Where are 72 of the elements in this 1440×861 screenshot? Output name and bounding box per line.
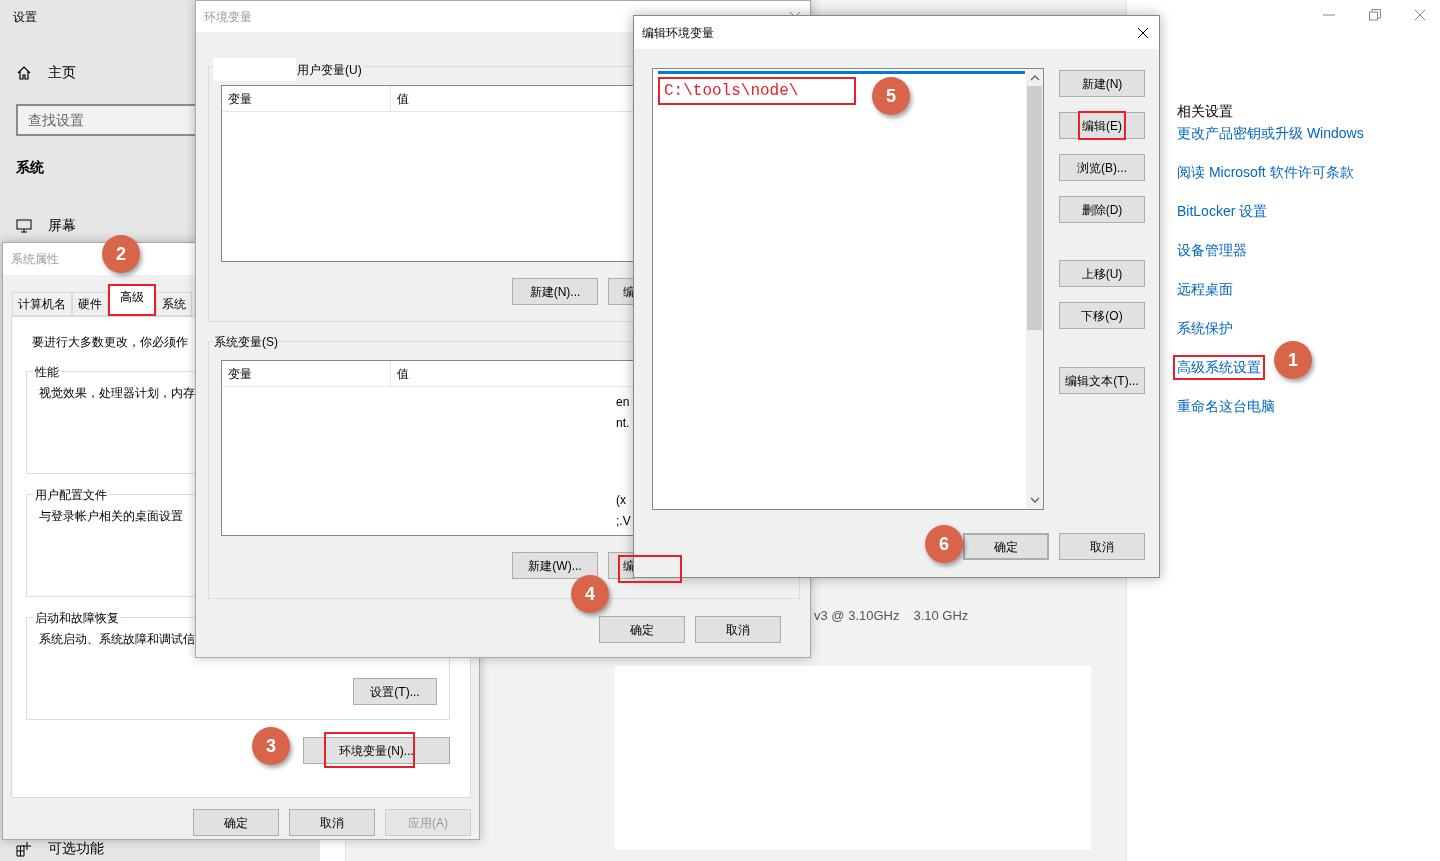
step-badge: 5 [872, 77, 910, 115]
dialog-button[interactable]: 取消 [289, 809, 375, 836]
step-badge: 3 [252, 727, 290, 765]
cancel-button[interactable]: 取消 [1059, 533, 1145, 560]
settings-link[interactable]: 设备管理器 [1173, 238, 1251, 263]
dialog-button[interactable]: 编辑(E) [1059, 112, 1145, 139]
group-text: 系统启动、系统故障和调试信 [39, 631, 195, 648]
group-text: 视觉效果，处理器计划，内存 [39, 385, 195, 402]
column-header[interactable]: 变量 [222, 86, 391, 111]
window-title: 系统属性 [11, 251, 59, 268]
restore-icon[interactable] [1368, 8, 1382, 22]
window-title: 编辑环境变量 [642, 24, 714, 42]
settings-link[interactable]: 重命名这台电脑 [1173, 394, 1279, 419]
dialog-button[interactable]: 上移(U) [1059, 260, 1145, 287]
group-title: 启动和故障恢复 [33, 609, 121, 627]
settings-link[interactable]: 更改产品密钥或升级 Windows [1173, 121, 1368, 146]
settings-button[interactable]: 设置(T)... [353, 678, 437, 705]
dialog-button[interactable]: 取消 [695, 616, 781, 643]
tab[interactable]: 系统 [156, 292, 192, 316]
group-title: 用户变量(U) [296, 61, 363, 79]
step-badge: 4 [571, 575, 609, 613]
scroll-down-icon[interactable] [1029, 497, 1040, 504]
ok-button[interactable]: 确定 [963, 533, 1049, 560]
dialog-button[interactable]: 浏览(B)... [1059, 154, 1145, 181]
tab[interactable]: 计算机名 [12, 292, 72, 316]
monitor-icon [16, 218, 32, 233]
group-title: 用户配置文件 [33, 486, 109, 504]
tab[interactable]: 硬件 [72, 292, 108, 316]
table-cell-text: nt. [616, 415, 630, 432]
settings-link[interactable]: 阅读 Microsoft 软件许可条款 [1173, 160, 1358, 185]
apps-icon [16, 840, 32, 857]
dialog-button[interactable]: 下移(O) [1059, 302, 1145, 329]
close-icon[interactable] [1137, 26, 1149, 39]
table-cell-text: ;.V [616, 513, 631, 530]
table-cell-text: (x [616, 492, 626, 509]
settings-link[interactable]: BitLocker 设置 [1173, 199, 1272, 224]
dialog-button[interactable]: 编辑文本(T)... [1059, 367, 1145, 394]
table-cell-text: en [616, 394, 630, 411]
environment-variables-button[interactable]: 环境变量(N)... [303, 737, 450, 764]
scroll-thumb[interactable] [1027, 86, 1042, 330]
window-title: 设置 [13, 9, 37, 26]
group-title: 系统变量(S) [213, 334, 279, 351]
nav-item[interactable]: 主页 [16, 62, 76, 83]
speed-text: 3.10 GHz [913, 607, 969, 625]
scrollbar[interactable] [1026, 69, 1043, 509]
related-heading: 相关设置 [1177, 102, 1234, 121]
dialog-button[interactable]: 删除(D) [1059, 196, 1145, 223]
dialog-button[interactable]: 新建(N) [1059, 70, 1145, 97]
column-header[interactable]: 值 [391, 86, 409, 111]
dialog-button[interactable]: 新建(N)... [512, 278, 598, 305]
processor-text: v3 @ 3.10GHz [814, 607, 900, 625]
window-title: 环境变量 [204, 8, 252, 26]
settings-link[interactable]: 系统保护 [1173, 316, 1237, 341]
dialog-button[interactable]: 确定 [193, 809, 279, 836]
settings-link[interactable]: 高级系统设置 [1173, 355, 1265, 380]
step-badge: 1 [1274, 341, 1312, 379]
group-text: 与登录帐户相关的桌面设置 [39, 508, 183, 525]
notice-text: 要进行大多数更改，你必须作 [32, 334, 188, 351]
nav-item[interactable]: 屏幕 [16, 215, 76, 236]
column-header[interactable]: 变量 [222, 361, 391, 386]
tab[interactable]: 高级 [108, 284, 156, 316]
column-header[interactable]: 值 [391, 361, 409, 386]
nav-item[interactable]: 可选功能 [16, 838, 104, 859]
settings-link[interactable]: 远程桌面 [1173, 277, 1237, 302]
dialog-button[interactable]: 新建(W)... [512, 552, 598, 579]
scroll-up-icon[interactable] [1029, 74, 1040, 81]
category-heading: 系统 [16, 158, 44, 177]
step-badge: 6 [925, 525, 963, 563]
group-title: 性能 [33, 363, 61, 381]
home-icon [16, 64, 32, 81]
path-entry[interactable]: C:\tools\node\ [658, 77, 856, 105]
dialog-button[interactable]: 确定 [599, 616, 685, 643]
